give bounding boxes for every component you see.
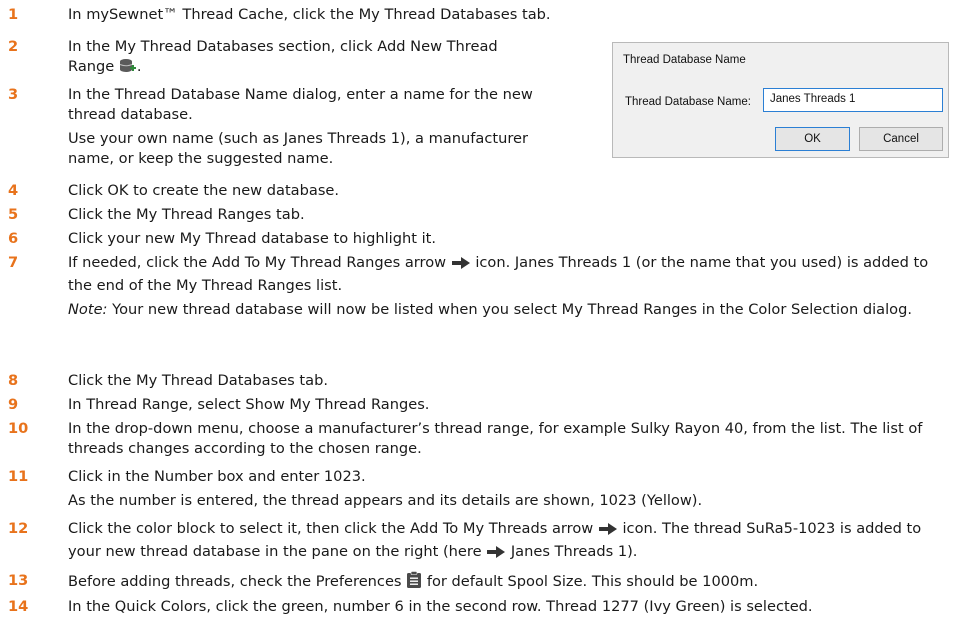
step-text-end: . (136, 58, 142, 75)
step-text: Click your new My Thread database to hig… (68, 230, 437, 247)
dialog-label: Thread Database Name: (625, 96, 751, 108)
step-text-end: for default Spool Size. This should be 1… (426, 573, 759, 590)
step-number: 10 (8, 420, 29, 437)
thread-database-name-dialog: Thread Database Name Thread Database Nam… (612, 42, 949, 158)
step-text: Click in the Number box and enter 1023. (68, 468, 366, 485)
database-add-icon (119, 58, 137, 80)
step-number: 11 (8, 468, 29, 485)
step-text: Before adding threads, check the Prefere… (68, 573, 402, 590)
step-text-end: Janes Threads 1). (510, 543, 638, 560)
step-number: 9 (8, 396, 19, 413)
dialog-title: Thread Database Name (623, 54, 746, 66)
step-subtext: As the number is entered, the thread app… (68, 492, 703, 509)
step-number: 6 (8, 230, 19, 247)
step-text: If needed, click the Add To My Thread Ra… (68, 254, 447, 271)
right-arrow-icon (486, 545, 506, 565)
step-number: 5 (8, 206, 19, 223)
step-text: Click the My Thread Ranges tab. (68, 206, 305, 223)
step-text: In mySewnet™ Thread Cache, click the My … (68, 6, 551, 23)
step-text: In the drop-down menu, choose a manufact… (68, 420, 923, 457)
step-number: 8 (8, 372, 19, 389)
step-number: 12 (8, 520, 29, 537)
step-text: In Thread Range, select Show My Thread R… (68, 396, 430, 413)
step-subtext: Use your own name (such as Janes Threads… (68, 130, 528, 167)
note-text: Your new thread database will now be lis… (112, 301, 913, 318)
ok-button[interactable]: OK (775, 127, 850, 151)
right-arrow-icon (451, 256, 471, 276)
step-number: 1 (8, 6, 19, 23)
step-number: 13 (8, 572, 29, 589)
step-text: In the Thread Database Name dialog, ente… (68, 86, 533, 123)
step-number: 7 (8, 254, 19, 271)
step-number: 4 (8, 182, 19, 199)
step-number: 3 (8, 86, 19, 103)
step-number: 14 (8, 598, 29, 615)
thread-database-name-input[interactable]: Janes Threads 1 (763, 88, 943, 112)
cancel-button[interactable]: Cancel (859, 127, 943, 151)
step-text: Click the color block to select it, then… (68, 520, 594, 537)
step-text: Click OK to create the new database. (68, 182, 340, 199)
right-arrow-icon (598, 522, 618, 542)
step-number: 2 (8, 38, 19, 55)
preferences-icon (406, 571, 422, 595)
note-label: Note: (68, 301, 108, 318)
step-text: In the Quick Colors, click the green, nu… (68, 598, 813, 615)
step-text: Click the My Thread Databases tab. (68, 372, 328, 389)
